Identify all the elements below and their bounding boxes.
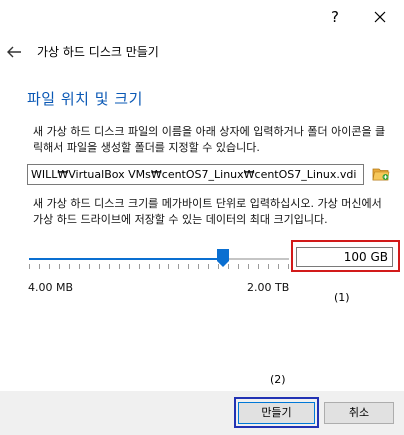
page-heading: 파일 위치 및 크기 [27,90,143,108]
slider-thumb-icon [217,249,229,267]
size-min-label: 4.00 MB [28,281,74,294]
size-slider-fill [29,258,223,260]
arrow-left-icon [7,46,21,58]
back-button[interactable] [6,44,26,60]
create-button[interactable]: 만들기 [238,402,315,424]
size-slider-ticks [29,264,289,269]
cancel-button[interactable]: 취소 [324,402,394,424]
location-field[interactable] [27,164,364,185]
close-icon [374,11,386,23]
wizard-title: 가상 하드 디스크 만들기 [37,45,159,59]
annotation-2: (2) [270,373,286,386]
choose-folder-button[interactable] [372,165,390,183]
annotation-1: (1) [334,291,350,304]
size-slider-handle[interactable] [217,249,229,267]
size-input[interactable] [296,247,393,267]
folder-icon [372,168,390,181]
help-button[interactable]: ? [322,6,348,28]
size-max-label: 2.00 TB [247,281,290,294]
size-description: 새 가상 하드 디스크 크기를 메가바이트 단위로 입력하십시오. 가상 머신에… [33,197,382,226]
close-button[interactable] [366,6,394,28]
location-description: 새 가상 하드 디스크 파일의 이름을 아래 상자에 입력하거나 폴더 아이콘을… [33,125,386,154]
